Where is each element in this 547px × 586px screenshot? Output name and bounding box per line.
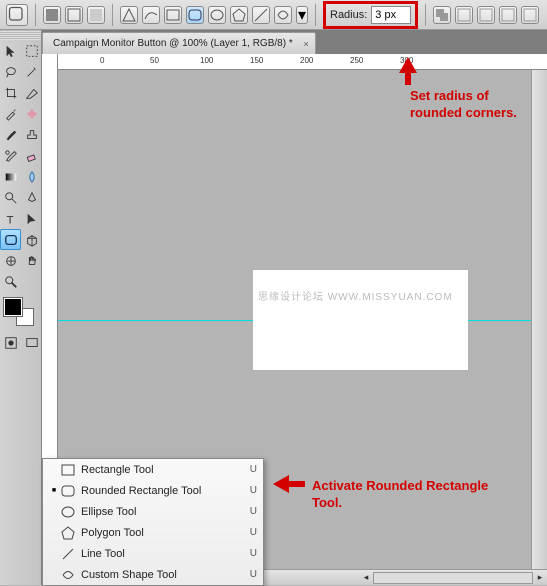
shape-tool-flyout: Rectangle Tool U ■ Rounded Rectangle Too…: [42, 458, 264, 586]
radius-input[interactable]: [371, 6, 411, 24]
eraser-tool-icon[interactable]: [21, 145, 42, 166]
wand-tool-icon[interactable]: [21, 61, 42, 82]
shape-tool-icon[interactable]: [0, 229, 21, 250]
radius-label: Radius:: [330, 9, 367, 21]
path-select-tool-icon[interactable]: [21, 208, 42, 229]
shape-options-dropdown-icon[interactable]: ▾: [296, 6, 308, 24]
flyout-custom-shape[interactable]: Custom Shape Tool U: [43, 564, 263, 585]
watermark-text: 思缘设计论坛 WWW.MISSYUAN.COM: [258, 288, 453, 303]
scrollbar-vertical[interactable]: [531, 70, 547, 569]
brush-tool-icon[interactable]: [0, 124, 21, 145]
toolbox: T: [0, 30, 42, 585]
type-tool-icon[interactable]: T: [0, 208, 21, 229]
combine-subtract-icon[interactable]: [477, 6, 495, 24]
toolbox-grip[interactable]: [0, 30, 41, 40]
combine-new-icon[interactable]: [433, 6, 451, 24]
flyout-rectangle[interactable]: Rectangle Tool U: [43, 459, 263, 480]
document-tab[interactable]: Campaign Monitor Button @ 100% (Layer 1,…: [42, 32, 316, 54]
3d-camera-tool-icon[interactable]: [0, 250, 21, 271]
combine-intersect-icon[interactable]: [499, 6, 517, 24]
annotation-activate-text: Activate Rounded Rectangle Tool.: [312, 478, 488, 512]
ruler-horizontal[interactable]: 0 50 100 150 200 250 300: [58, 54, 547, 70]
pen-tool-icon[interactable]: [21, 187, 42, 208]
rectangle-shape-icon[interactable]: [164, 6, 182, 24]
options-bar: ▾ Radius:: [0, 0, 547, 30]
heal-tool-icon[interactable]: [21, 103, 42, 124]
annotation-radius-text: Set radius of rounded corners.: [410, 88, 517, 122]
scroll-left-icon[interactable]: ◂: [359, 572, 373, 583]
custom-shape-small-icon: [59, 568, 77, 582]
scroll-right-icon[interactable]: ▸: [533, 572, 547, 583]
rectangle-icon: [59, 463, 77, 477]
flyout-line[interactable]: Line Tool U: [43, 543, 263, 564]
marquee-tool-icon[interactable]: [21, 40, 42, 61]
ellipse-icon: [59, 505, 77, 519]
mode-path-icon[interactable]: [65, 6, 83, 24]
history-brush-tool-icon[interactable]: [0, 145, 21, 166]
move-tool-icon[interactable]: [0, 40, 21, 61]
combine-exclude-icon[interactable]: [521, 6, 539, 24]
crop-tool-icon[interactable]: [0, 82, 21, 103]
freeform-pen-icon[interactable]: [142, 6, 160, 24]
canvas-document[interactable]: [253, 270, 468, 370]
svg-text:T: T: [6, 214, 13, 226]
flyout-rounded-rectangle[interactable]: ■ Rounded Rectangle Tool U: [43, 480, 263, 501]
custom-shape-icon[interactable]: [274, 6, 292, 24]
combine-add-icon[interactable]: [455, 6, 473, 24]
eyedropper-tool-icon[interactable]: [0, 103, 21, 124]
close-icon[interactable]: ×: [303, 39, 308, 49]
flyout-polygon[interactable]: Polygon Tool U: [43, 522, 263, 543]
document-tab-bar: Campaign Monitor Button @ 100% (Layer 1,…: [0, 30, 547, 54]
screenmode-icon[interactable]: [21, 332, 42, 353]
quickmask-icon[interactable]: [0, 332, 21, 353]
foreground-color-swatch[interactable]: [4, 298, 22, 316]
dodge-tool-icon[interactable]: [0, 187, 21, 208]
ellipse-shape-icon[interactable]: [208, 6, 226, 24]
empty-slot: [21, 271, 42, 292]
mode-shape-icon[interactable]: [43, 6, 61, 24]
zoom-tool-icon[interactable]: [0, 271, 21, 292]
3d-tool-icon[interactable]: [21, 229, 42, 250]
line-shape-icon[interactable]: [252, 6, 270, 24]
scrollbar-horizontal[interactable]: [373, 572, 533, 584]
blur-tool-icon[interactable]: [21, 166, 42, 187]
rounded-rect-shape-icon[interactable]: [186, 6, 204, 24]
radius-option-group: Radius:: [323, 1, 418, 29]
tool-preset-icon[interactable]: [6, 4, 28, 26]
flyout-ellipse[interactable]: Ellipse Tool U: [43, 501, 263, 522]
pen-icon[interactable]: [120, 6, 138, 24]
selected-dot-icon: ■: [49, 487, 59, 494]
hand-tool-icon[interactable]: [21, 250, 42, 271]
color-swatches[interactable]: [4, 298, 34, 326]
stamp-tool-icon[interactable]: [21, 124, 42, 145]
lasso-tool-icon[interactable]: [0, 61, 21, 82]
polygon-icon: [59, 526, 77, 540]
line-icon: [59, 547, 77, 561]
mode-pixels-icon[interactable]: [87, 6, 105, 24]
rounded-rectangle-icon: [59, 484, 77, 498]
slice-tool-icon[interactable]: [21, 82, 42, 103]
gradient-tool-icon[interactable]: [0, 166, 21, 187]
document-tab-title: Campaign Monitor Button @ 100% (Layer 1,…: [53, 38, 293, 49]
polygon-shape-icon[interactable]: [230, 6, 248, 24]
